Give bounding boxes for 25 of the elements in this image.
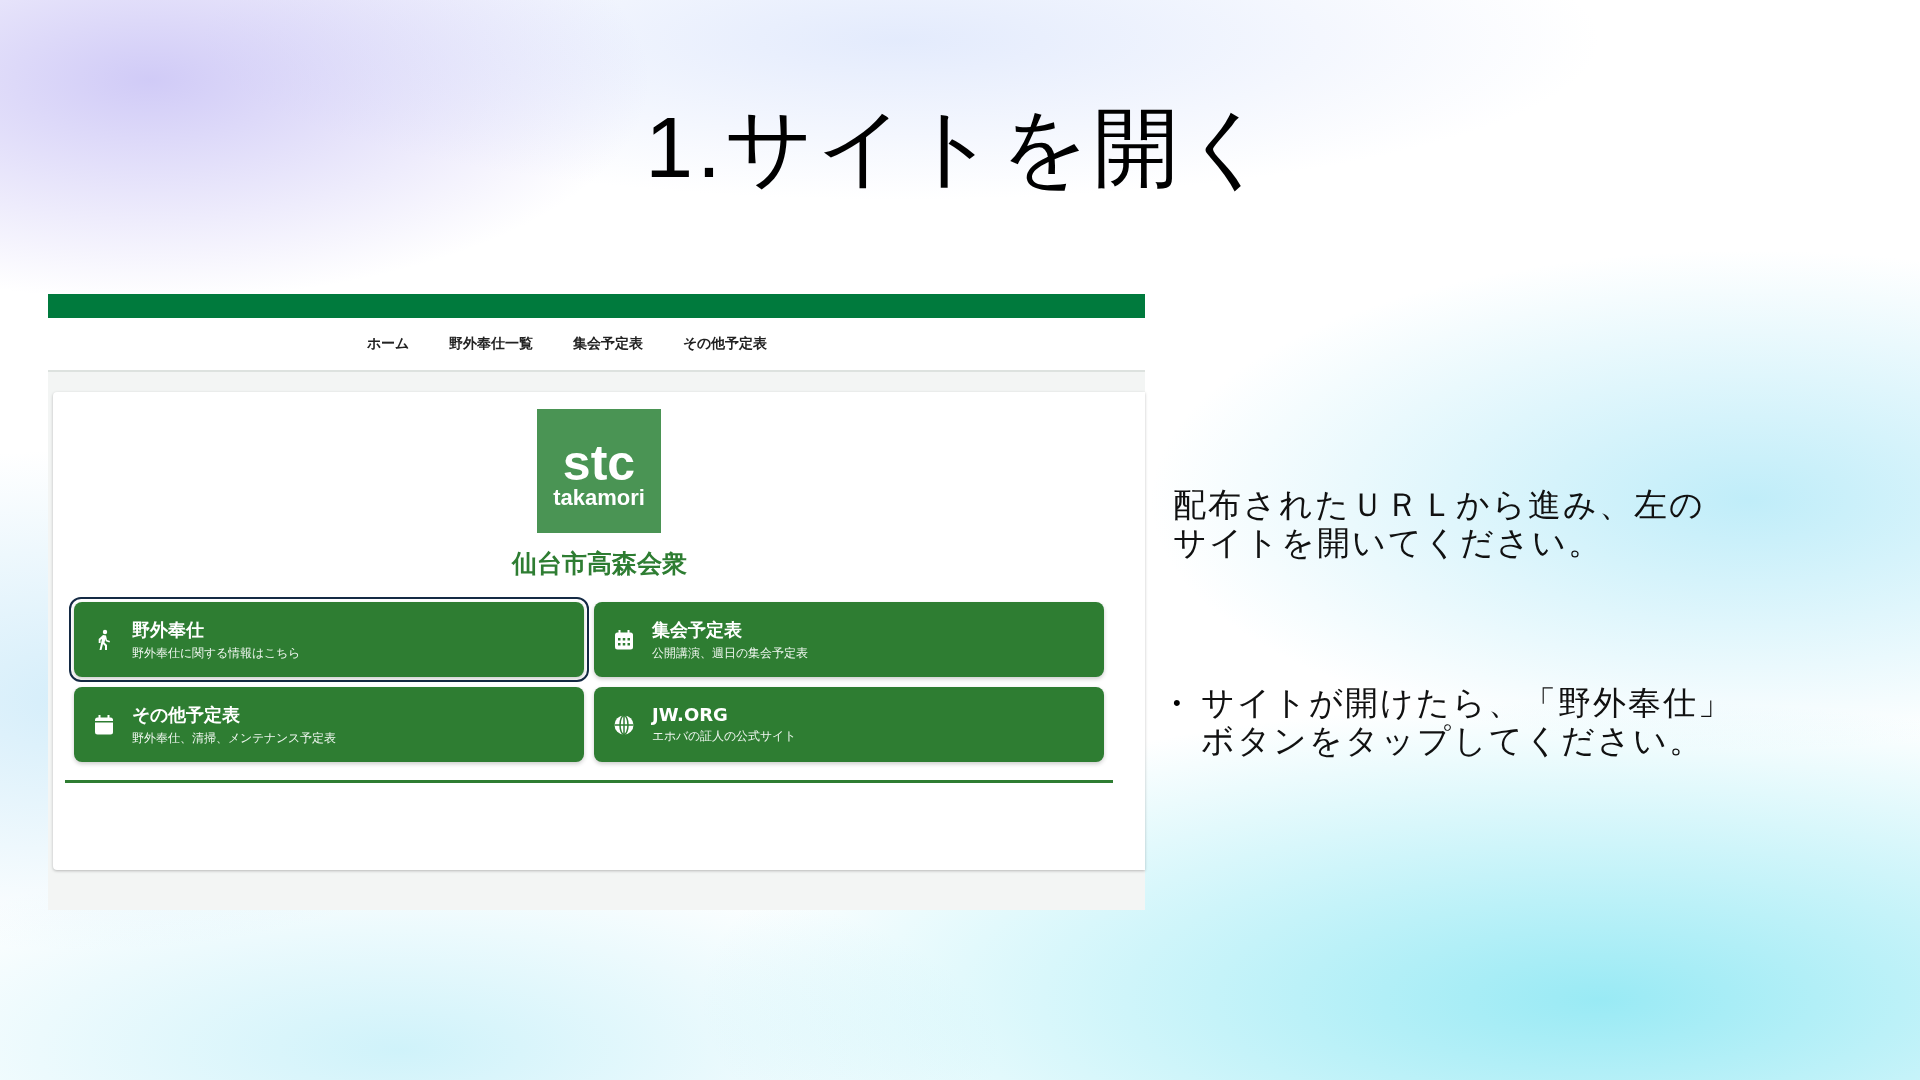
nav-link[interactable]: その他予定表 — [682, 335, 767, 353]
menu-tile[interactable]: その他予定表 野外奉仕、清掃、メンテナンス予定表 — [74, 687, 584, 762]
tile-subtitle: 公開講演、週日の集会予定表 — [652, 644, 808, 662]
bullet-mark: • — [1173, 689, 1181, 717]
tile-title: 野外奉仕 — [132, 617, 205, 642]
slide-title: 1.サイトを開く — [644, 98, 1276, 192]
site-name: 仙台市高森会衆 — [511, 548, 687, 580]
tile-title: JW.ORG — [652, 704, 729, 725]
nav-link[interactable]: 野外奉仕一覧 — [448, 335, 533, 353]
calendar-icon — [92, 712, 116, 737]
tile-subtitle: 野外奉仕に関する情報はこちら — [132, 644, 300, 662]
instruction-text: 配布されたＵＲＬから進み、左の サイトを開いてください。 — [1173, 486, 1705, 562]
nav-link[interactable]: 集会予定表 — [572, 335, 643, 353]
site-logo: stc takamori — [537, 409, 661, 533]
menu-tile[interactable]: JW.ORG エホバの証人の公式サイト — [594, 687, 1104, 762]
instruction-text: サイトが開けたら、「野外奉仕」 ボタンをタップしてください。 — [1200, 684, 1733, 760]
tile-title: 集会予定表 — [652, 617, 743, 642]
tile-subtitle: 野外奉仕、清掃、メンテナンス予定表 — [132, 729, 336, 747]
tile-title: その他予定表 — [132, 702, 241, 727]
nav-link[interactable]: ホーム — [366, 335, 409, 353]
menu-tile[interactable]: 野外奉仕 野外奉仕に関する情報はこちら — [74, 602, 584, 677]
tile-subtitle: エホバの証人の公式サイト — [652, 728, 796, 745]
calendar-icon — [612, 627, 636, 652]
globe-icon — [612, 712, 636, 737]
menu-tile[interactable]: 集会予定表 公開講演、週日の集会予定表 — [594, 602, 1104, 677]
